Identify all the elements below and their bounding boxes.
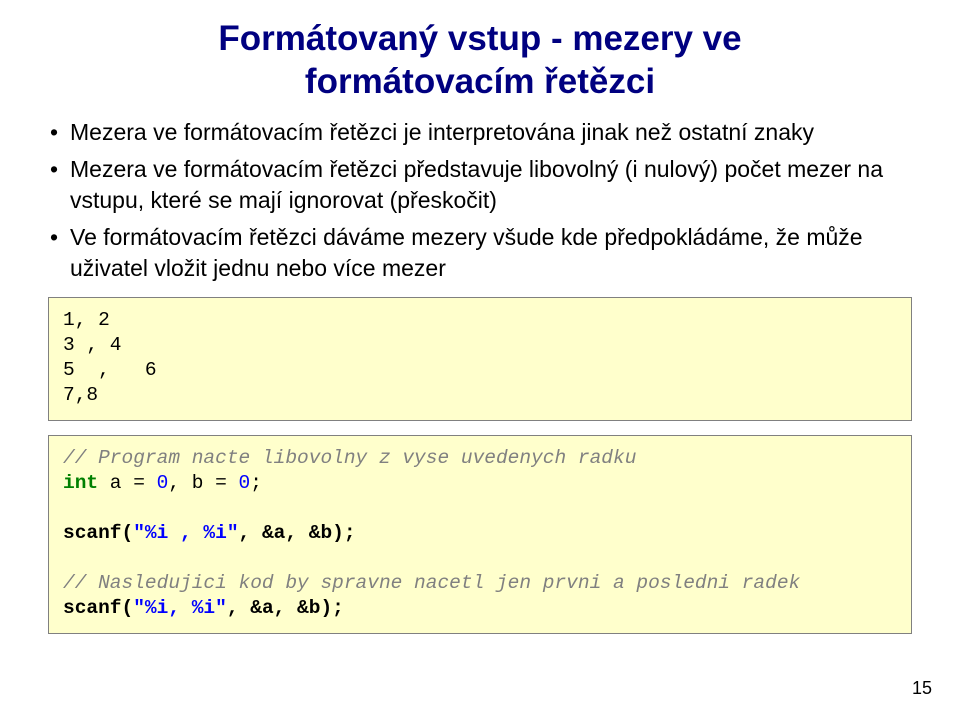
title-line-1: Formátovaný vstup - mezery ve — [218, 19, 741, 58]
bullet-text: Mezera ve formátovacím řetězci je interp… — [70, 119, 814, 145]
title-line-2: formátovacím řetězci — [305, 62, 655, 101]
code-line: 7,8 — [63, 384, 98, 406]
code-keyword: int — [63, 472, 98, 494]
code-string: "%i, %i" — [133, 597, 227, 619]
code-number: 0 — [239, 472, 251, 494]
code-text: , b = — [168, 472, 238, 494]
code-call: scanf( — [63, 522, 133, 544]
code-string: "%i , %i" — [133, 522, 238, 544]
code-text: , &a, &b); — [239, 522, 356, 544]
bullet-item: Mezera ve formátovacím řetězci představu… — [48, 154, 912, 216]
code-box-input-examples: 1, 2 3 , 4 5 , 6 7,8 — [48, 297, 912, 421]
code-call: scanf( — [63, 597, 133, 619]
code-comment: // Nasledujici kod by spravne nacetl jen… — [63, 572, 800, 594]
code-number: 0 — [157, 472, 169, 494]
bullet-item: Mezera ve formátovacím řetězci je interp… — [48, 117, 912, 148]
bullet-item: Ve formátovacím řetězci dáváme mezery vš… — [48, 222, 912, 284]
code-text: ; — [250, 472, 262, 494]
slide: Formátovaný vstup - mezery ve formátovac… — [0, 0, 960, 715]
code-line: 5 , 6 — [63, 359, 157, 381]
code-line: 1, 2 — [63, 309, 110, 331]
code-box-program: // Program nacte libovolny z vyse uveden… — [48, 435, 912, 634]
page-number: 15 — [912, 678, 932, 699]
slide-title: Formátovaný vstup - mezery ve formátovac… — [48, 18, 912, 103]
bullet-list: Mezera ve formátovacím řetězci je interp… — [48, 117, 912, 283]
bullet-text: Mezera ve formátovacím řetězci představu… — [70, 156, 883, 213]
bullet-text: Ve formátovacím řetězci dáváme mezery vš… — [70, 224, 863, 281]
code-text: , &a, &b); — [227, 597, 344, 619]
code-line: 3 , 4 — [63, 334, 122, 356]
code-text: a = — [98, 472, 157, 494]
code-comment: // Program nacte libovolny z vyse uveden… — [63, 447, 636, 469]
